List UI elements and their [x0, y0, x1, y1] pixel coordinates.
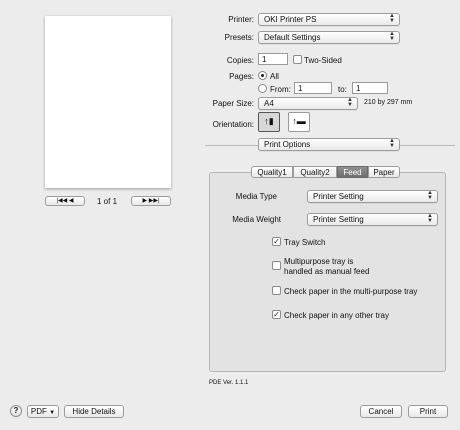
copies-value: 1: [262, 55, 267, 64]
last-page-icon[interactable]: ▶▶|: [149, 198, 160, 204]
portrait-orientation-button[interactable]: ↑▮: [258, 112, 280, 132]
media-weight-label: Media Weight: [232, 215, 281, 224]
updown-arrows-icon: ▲ ▼: [427, 190, 433, 201]
media-weight-value: Printer Setting: [313, 215, 364, 224]
tab-quality1-label: Quality1: [257, 168, 287, 177]
printer-value: OKI Printer PS: [264, 15, 317, 24]
pde-version: PDE Ver. 1.1.1: [209, 380, 249, 386]
tab-feed[interactable]: Feed: [337, 166, 368, 178]
pages-from-radio[interactable]: [258, 84, 267, 93]
tray-switch-label: Tray Switch: [284, 238, 326, 247]
media-type-popup[interactable]: Printer Setting ▲ ▼: [307, 190, 438, 203]
updown-arrows-icon: ▲ ▼: [389, 138, 395, 149]
paper-dimensions: 210 by 297 mm: [364, 99, 413, 106]
two-sided-label: Two-Sided: [304, 56, 342, 65]
media-type-label: Media Type: [235, 192, 277, 201]
presets-value: Default Settings: [264, 33, 321, 42]
check-other-tray-checkbox[interactable]: ✓: [272, 310, 281, 319]
dropdown-arrow-icon: ▼: [49, 410, 56, 416]
two-sided-checkbox[interactable]: [293, 55, 302, 64]
section-popup[interactable]: Print Options ▲ ▼: [258, 138, 400, 151]
paper-size-popup[interactable]: A4 ▲ ▼: [258, 97, 358, 110]
landscape-orientation-button[interactable]: ↑▬: [288, 112, 310, 132]
paper-size-value: A4: [264, 99, 274, 108]
first-page-icon[interactable]: |◀◀: [56, 198, 67, 204]
tab-quality2[interactable]: Quality2: [293, 166, 337, 178]
checkmark-icon: ✓: [273, 237, 280, 246]
landscape-orientation-icon: ↑▬: [292, 116, 306, 126]
multipurpose-manual-label-line1: Multipurpose tray is: [284, 257, 354, 266]
copies-field[interactable]: 1: [258, 53, 288, 65]
tab-quality2-label: Quality2: [300, 168, 330, 177]
pdf-menu-button[interactable]: PDF ▼: [27, 405, 59, 418]
pages-label: Pages:: [229, 72, 254, 81]
pages-to-label: to:: [338, 85, 347, 94]
check-other-tray-label: Check paper in any other tray: [284, 311, 389, 320]
pages-all-label: All: [270, 72, 279, 81]
next-page-icon[interactable]: ▶: [142, 198, 147, 204]
copies-label: Copies:: [226, 56, 254, 65]
tab-paper[interactable]: Paper: [368, 166, 400, 178]
page-counter: 1 of 1: [97, 197, 118, 206]
portrait-orientation-icon: ↑▮: [264, 116, 274, 126]
orientation-label: Orientation:: [212, 120, 254, 129]
pages-from-field[interactable]: 1: [294, 82, 332, 94]
previous-page-icon[interactable]: ◀: [69, 198, 74, 204]
tab-feed-label: Feed: [343, 168, 362, 177]
tab-paper-label: Paper: [373, 168, 395, 177]
print-button[interactable]: Print: [408, 405, 448, 418]
cancel-button[interactable]: Cancel: [360, 405, 402, 418]
checkmark-icon: ✓: [273, 310, 280, 319]
pages-to-field[interactable]: 1: [352, 82, 388, 94]
presets-popup[interactable]: Default Settings ▲ ▼: [258, 31, 400, 44]
pdf-label: PDF: [30, 407, 47, 416]
pages-to-value: 1: [356, 84, 361, 93]
pages-all-radio[interactable]: [258, 71, 267, 80]
page-preview: [45, 16, 171, 188]
updown-arrows-icon: ▲ ▼: [389, 13, 395, 24]
media-weight-popup[interactable]: Printer Setting ▲ ▼: [307, 213, 438, 226]
print-label: Print: [419, 407, 437, 416]
pages-from-value: 1: [298, 84, 303, 93]
help-icon: ?: [13, 406, 19, 415]
pages-from-label: From:: [270, 85, 291, 94]
section-popup-value: Print Options: [264, 140, 311, 149]
presets-label: Presets:: [224, 33, 254, 42]
tab-quality1[interactable]: Quality1: [251, 166, 293, 178]
cancel-label: Cancel: [368, 407, 394, 416]
updown-arrows-icon: ▲ ▼: [347, 97, 353, 108]
preview-first-prev-buttons[interactable]: |◀◀ ◀: [45, 196, 85, 206]
preview-next-last-buttons[interactable]: ▶ ▶▶|: [131, 196, 171, 206]
printer-label: Printer:: [228, 15, 254, 24]
hide-details-button[interactable]: Hide Details: [64, 405, 124, 418]
check-mp-tray-checkbox[interactable]: [272, 286, 281, 295]
hide-details-label: Hide Details: [72, 407, 116, 416]
updown-arrows-icon: ▲ ▼: [427, 213, 433, 224]
multipurpose-manual-label-line2: handled as manual feed: [284, 267, 370, 276]
paper-size-label: Paper Size:: [212, 99, 254, 108]
multipurpose-manual-checkbox[interactable]: [272, 261, 281, 270]
help-button[interactable]: ?: [10, 405, 22, 417]
printer-popup[interactable]: OKI Printer PS ▲ ▼: [258, 13, 400, 26]
updown-arrows-icon: ▲ ▼: [389, 31, 395, 42]
media-type-value: Printer Setting: [313, 192, 364, 201]
check-mp-tray-label: Check paper in the multi-purpose tray: [284, 287, 418, 296]
tray-switch-checkbox[interactable]: ✓: [272, 237, 281, 246]
